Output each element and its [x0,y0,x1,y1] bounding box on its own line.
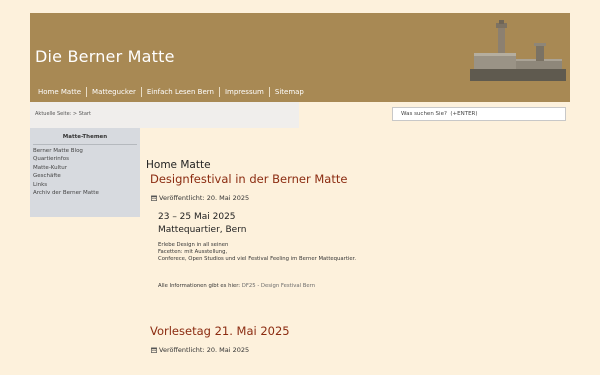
nav-separator [140,87,142,97]
site-header: Die Berner Matte Home Matte Mattegucker … [30,13,570,102]
article-body: Erlebe Design in all seinen Facetten: mi… [158,242,356,264]
sidebar-item-blog[interactable]: Berner Matte Blog [33,147,99,155]
sidebar-divider [33,144,137,145]
published-date: Veröffentlicht: 20. Mai 2025 [159,346,250,354]
site-title[interactable]: Die Berner Matte [35,47,175,66]
body-line: Facetten: mit Ausstellung, [158,249,228,256]
published-date: Veröffentlicht: 20. Mai 2025 [159,194,250,202]
article-title[interactable]: Designfestival in der Berner Matte [150,172,347,186]
sidebar-item-links[interactable]: Links [33,181,99,189]
article-published: Veröffentlicht: 20. Mai 2025 [151,346,249,354]
sidebar-item-archiv[interactable]: Archiv der Berner Matte [33,189,99,197]
link-prefix: Alle Informationen gibt es hier: [158,283,242,289]
top-navigation: Home Matte Mattegucker Einfach Lesen Ber… [34,86,308,98]
nav-separator [268,87,270,97]
article-title[interactable]: Vorlesetag 21. Mai 2025 [150,324,290,338]
sidebar-title: Matte-Themen [62,134,108,140]
event-location: Mattequartier, Bern [158,225,247,235]
festival-link[interactable]: DF25 - Design Festival Bern [242,283,315,289]
breadcrumb: Aktuelle Seite: > Start [30,102,299,128]
page-title: Home Matte [146,159,211,171]
nav-home-matte[interactable]: Home Matte [34,88,85,96]
fountain-image [470,19,566,81]
calendar-icon [151,347,157,353]
calendar-icon [151,195,157,201]
nav-impressum[interactable]: Impressum [221,88,268,96]
breadcrumb-text: Aktuelle Seite: > Start [35,111,91,117]
sidebar-item-geschaefte[interactable]: Geschäfte [33,172,99,180]
nav-sitemap[interactable]: Sitemap [271,88,308,96]
search-input[interactable] [392,107,566,121]
sidebar-list: Berner Matte Blog Quartierinfos Matte-Ku… [33,147,99,197]
nav-separator [86,87,88,97]
body-line: Conferece, Open Studios und viel Festiva… [158,256,357,263]
article-link-line: Alle Informationen gibt es hier: DF25 - … [158,283,315,290]
event-dates: 23 – 25 Mai 2025 [158,212,236,222]
page: Die Berner Matte Home Matte Mattegucker … [30,13,570,375]
sidebar-item-quartierinfos[interactable]: Quartierinfos [33,155,99,163]
nav-einfach-lesen-bern[interactable]: Einfach Lesen Bern [143,88,218,96]
article-published: Veröffentlicht: 20. Mai 2025 [151,194,249,202]
body-line: Erlebe Design in all seinen [158,242,229,248]
sidebar: Matte-Themen Berner Matte Blog Quartieri… [30,128,140,217]
nav-mattegucker[interactable]: Mattegucker [88,88,140,96]
sidebar-item-matte-kultur[interactable]: Matte-Kultur [33,164,99,172]
nav-separator [218,87,220,97]
